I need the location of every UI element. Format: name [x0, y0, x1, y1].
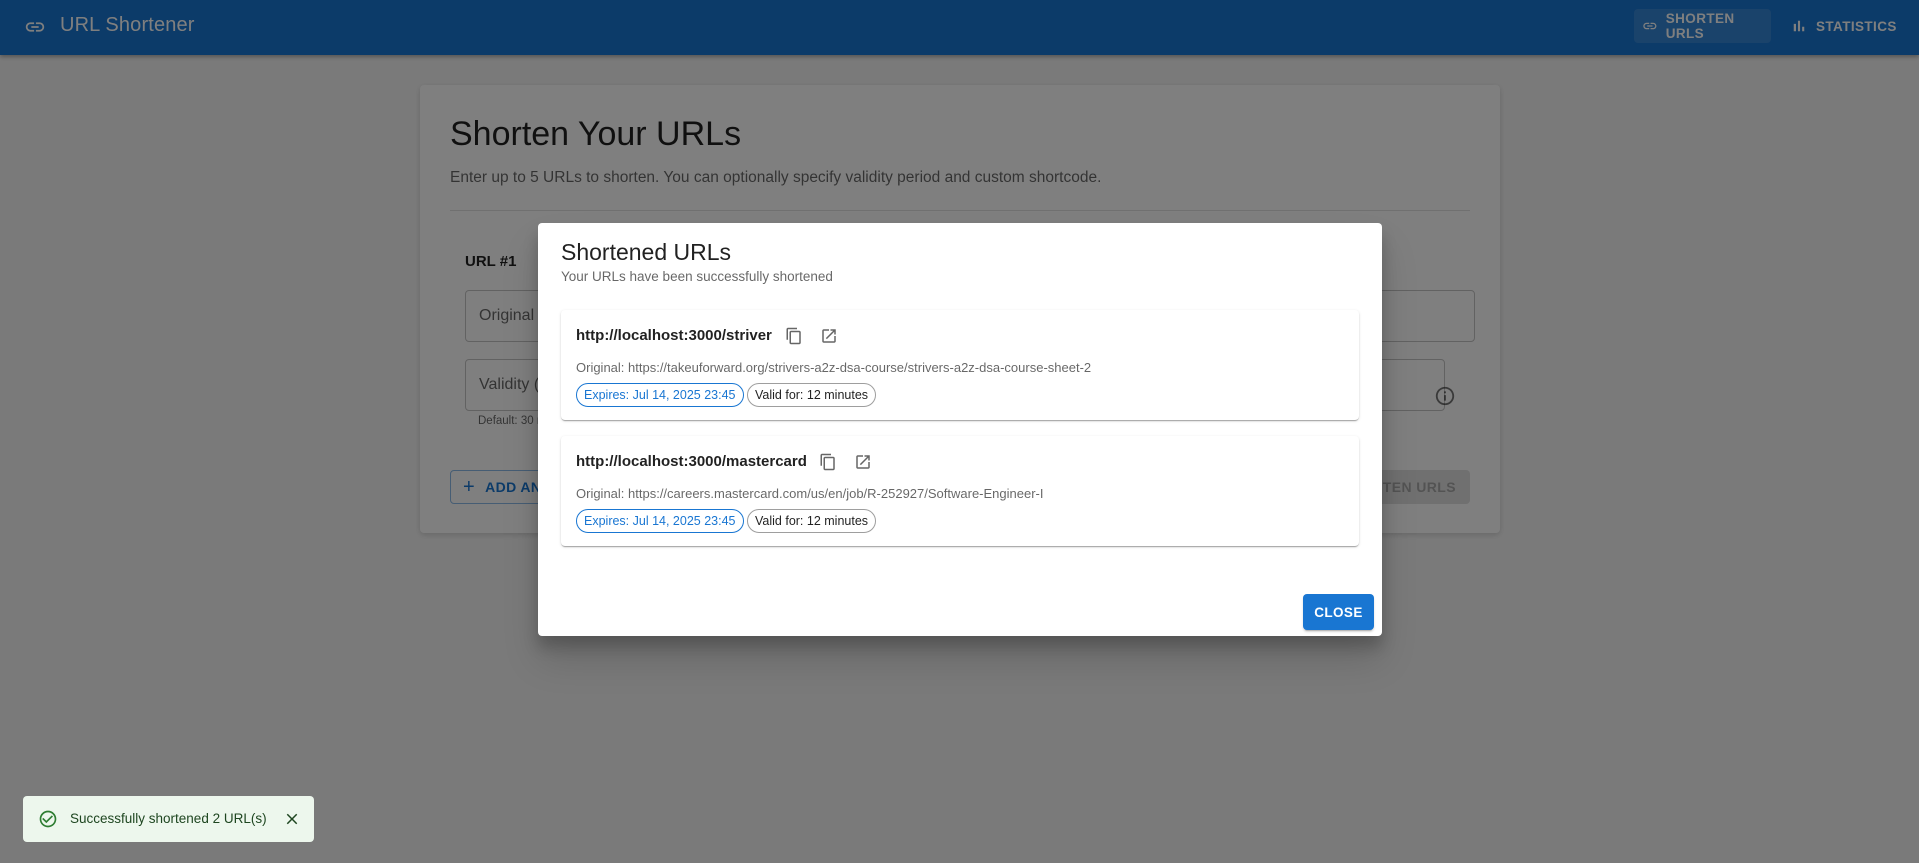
short-url[interactable]: http://localhost:3000/striver — [576, 327, 772, 344]
results-dialog: Shortened URLs Your URLs have been succe… — [538, 223, 1382, 636]
copy-icon — [820, 453, 835, 471]
original-url-text: Original: https://careers.mastercard.com… — [576, 486, 1044, 501]
valid-for-chip: Valid for: 12 minutes — [747, 509, 877, 533]
expires-chip: Expires: Jul 14, 2025 23:45 — [576, 383, 744, 407]
open-link-button[interactable] — [818, 325, 840, 347]
close-icon[interactable] — [283, 810, 301, 828]
result-card: http://localhost:3000/mastercard Origina… — [561, 436, 1359, 546]
result-card: http://localhost:3000/striver Original: … — [561, 310, 1359, 420]
close-button[interactable]: CLOSE — [1303, 594, 1374, 630]
success-snackbar: Successfully shortened 2 URL(s) — [23, 796, 314, 842]
original-url-text: Original: https://takeuforward.org/striv… — [576, 360, 1092, 375]
open-in-new-icon — [856, 455, 870, 469]
valid-for-chip: Valid for: 12 minutes — [747, 383, 877, 407]
dialog-subtitle: Your URLs have been successfully shorten… — [561, 269, 833, 284]
expires-chip: Expires: Jul 14, 2025 23:45 — [576, 509, 744, 533]
check-circle-icon — [39, 810, 57, 828]
open-link-button[interactable] — [852, 451, 874, 473]
dialog-title: Shortened URLs — [561, 239, 732, 265]
open-in-new-icon — [822, 329, 836, 343]
copy-button[interactable] — [783, 325, 805, 347]
snackbar-message: Successfully shortened 2 URL(s) — [70, 811, 267, 826]
short-url[interactable]: http://localhost:3000/mastercard — [576, 453, 807, 470]
copy-icon — [786, 327, 801, 345]
copy-button[interactable] — [817, 451, 839, 473]
